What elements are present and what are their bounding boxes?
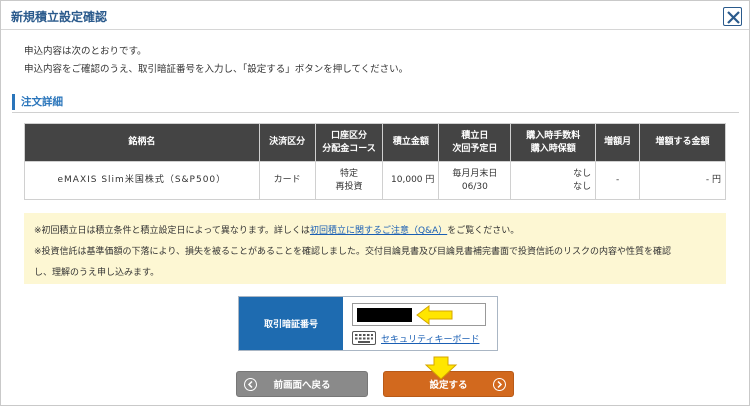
keyboard-icon[interactable] <box>352 331 376 345</box>
chevron-right-icon <box>493 378 506 391</box>
cell-increase-month: - <box>595 161 641 200</box>
order-table: 銘柄名 決済区分 口座区分 分配金コース 積立金額 積立日 次回予定日 購入時手数料… <box>24 123 726 200</box>
intro-text: 申込内容は次のとおりです。 申込内容をご確認のうえ、取引暗証番号を入力し、「設定… <box>24 43 408 79</box>
header-date: 積立日 次回予定日 <box>438 123 512 162</box>
section-divider <box>12 112 739 113</box>
header-account: 口座区分 分配金コース <box>314 123 384 162</box>
notice-line-2: ※投資信託は基準価額の下落により、損失を被ることがあることを確認しました。交付目… <box>34 247 672 257</box>
header-increase-month: 増額月 <box>595 123 641 162</box>
header-amount: 積立金額 <box>382 123 440 162</box>
close-icon <box>727 11 740 24</box>
dialog-title: 新規積立設定確認 <box>11 10 108 24</box>
header-fee: 購入時手数料 購入時保額 <box>510 123 597 162</box>
table-header-row: 銘柄名 決済区分 口座区分 分配金コース 積立金額 積立日 次回予定日 購入時手数料… <box>24 123 726 162</box>
cell-fee: なし なし <box>510 161 597 200</box>
header-increase-amount: 増額する金額 <box>639 123 726 162</box>
cell-fund: eMAXIS Slim米国株式（S&P500） <box>24 161 260 200</box>
header-settlement: 決済区分 <box>258 123 316 162</box>
table-row: eMAXIS Slim米国株式（S&P500） カード 特定 再投資 10,000… <box>24 161 726 200</box>
pin-masked-value <box>357 308 412 322</box>
pin-box: 取引暗証番号 セキュリティキーボード <box>238 296 498 351</box>
notice-line-3: し、理解のうえ申し込みます。 <box>34 268 160 278</box>
cell-settlement: カード <box>258 161 316 200</box>
cell-increase-amount: - 円 <box>639 161 726 200</box>
intro-line-1: 申込内容は次のとおりです。 <box>24 46 147 57</box>
pin-label: 取引暗証番号 <box>239 297 343 350</box>
pin-input[interactable] <box>352 303 486 326</box>
back-button-label: 前画面へ戻る <box>273 380 331 391</box>
section-title: 注文詳細 <box>12 94 63 110</box>
cell-account: 特定 再投資 <box>314 161 384 200</box>
notice-box: ※初回積立日は積立条件と積立設定日によって異なります。詳しくは初回積立に関するご… <box>24 213 726 284</box>
intro-line-2: 申込内容をご確認のうえ、取引暗証番号を入力し、「設定する」ボタンを押してください… <box>24 64 409 75</box>
close-button[interactable] <box>723 7 742 26</box>
arrow-left-icon <box>416 305 453 325</box>
back-button[interactable]: 前画面へ戻る <box>236 371 368 397</box>
security-keyboard-link[interactable]: セキュリティキーボード <box>381 332 479 345</box>
notice-qa-link[interactable]: 初回積立に関するご注意（Q&A） <box>310 226 447 236</box>
notice-line-1: ※初回積立日は積立条件と積立設定日によって異なります。詳しくは初回積立に関するご… <box>34 226 520 236</box>
cell-amount: 10,000 円 <box>382 161 440 200</box>
arrow-down-icon <box>424 356 458 380</box>
dialog-header: 新規積立設定確認 <box>1 1 749 30</box>
chevron-left-icon <box>244 378 257 391</box>
cell-date: 毎月月末日 06/30 <box>438 161 512 200</box>
header-fund: 銘柄名 <box>24 123 260 162</box>
